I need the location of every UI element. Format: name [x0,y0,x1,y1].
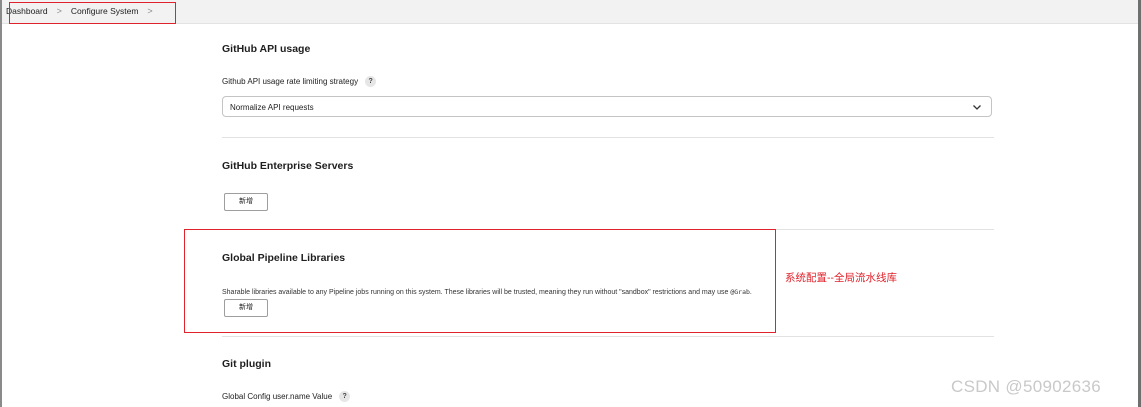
chevron-down-icon [973,105,981,110]
section-title-github-api: GitHub API usage [222,43,311,55]
git-user-name-label-text: Global Config user.name Value [222,392,333,401]
pipeline-libraries-description-end: . [749,289,752,296]
breadcrumb-highlight-box [9,2,176,24]
section-title-git-plugin: Git plugin [222,358,271,370]
section-title-enterprise-servers: GitHub Enterprise Servers [222,160,354,172]
window-left-edge [0,0,2,407]
rate-limit-strategy-label-text: Github API usage rate limiting strategy [222,77,359,86]
pipeline-libraries-highlight-box [184,229,776,333]
section-divider [222,336,994,337]
add-pipeline-library-button[interactable]: 新增 [224,299,268,317]
rate-limit-strategy-select[interactable]: Normalize API requests [222,96,992,117]
watermark: CSDN @50902636 [951,377,1101,396]
section-title-pipeline-libraries: Global Pipeline Libraries [222,252,346,264]
help-icon[interactable]: ? [339,391,351,402]
add-enterprise-server-button[interactable]: 新增 [224,193,268,211]
pipeline-libraries-description: Sharable libraries available to any Pipe… [222,288,752,296]
section-divider [222,137,994,138]
rate-limit-strategy-value: Normalize API requests [230,103,314,112]
help-icon[interactable]: ? [365,76,377,87]
grab-code: @Grab [730,288,750,296]
pipeline-libraries-description-text: Sharable libraries available to any Pipe… [222,289,731,296]
rate-limit-strategy-label: Github API usage rate limiting strategy … [222,76,377,87]
annotation-text: 系统配置--全局流水线库 [785,272,897,284]
git-user-name-label: Global Config user.name Value ? [222,391,351,402]
